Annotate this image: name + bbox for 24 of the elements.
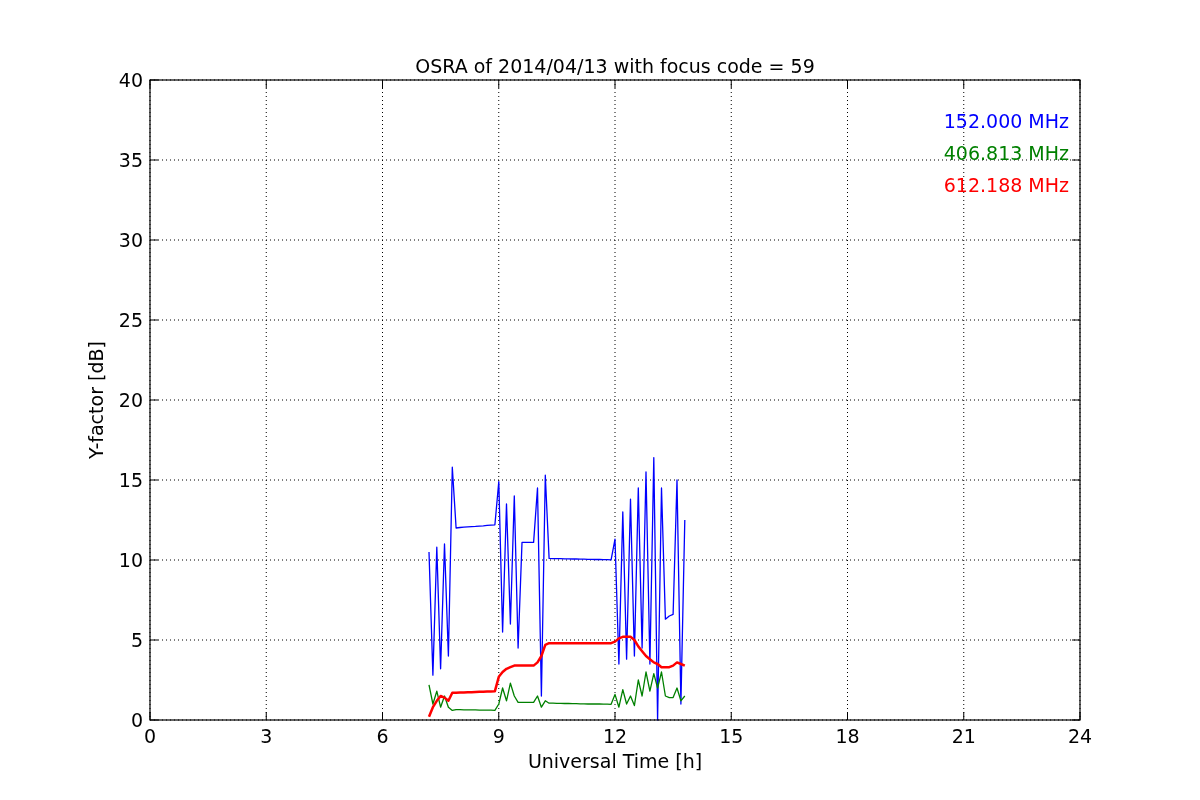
tick-label: 21	[951, 725, 976, 747]
tick-label: 40	[118, 69, 143, 91]
legend-label: 612.188 MHz	[943, 174, 1069, 196]
legend-label: 152.000 MHz	[943, 110, 1069, 132]
tick-label: 3	[260, 725, 273, 747]
tick-label: 30	[118, 229, 143, 251]
tick-label: 10	[118, 549, 143, 571]
y-axis-label: Y-factor [dB]	[85, 341, 107, 459]
tick-label: 0	[130, 709, 143, 731]
x-axis-label: Universal Time [h]	[527, 750, 703, 772]
tick-label: 6	[376, 725, 389, 747]
tick-label: 24	[1067, 725, 1093, 747]
legend-label: 406.813 MHz	[943, 142, 1069, 164]
tick-label: 0	[143, 725, 157, 747]
tick-label: 25	[118, 309, 143, 331]
tick-label: 35	[118, 149, 143, 171]
tick-label: 9	[492, 725, 505, 747]
tick-label: 5	[130, 629, 143, 651]
tick-label: 20	[118, 389, 143, 411]
tick-label: 12	[602, 725, 628, 747]
tick-label: 18	[835, 725, 860, 747]
tick-label: 15	[719, 725, 744, 747]
tick-label: 15	[118, 469, 143, 491]
chart-title: OSRA of 2014/04/13 with focus code = 59	[415, 55, 815, 77]
